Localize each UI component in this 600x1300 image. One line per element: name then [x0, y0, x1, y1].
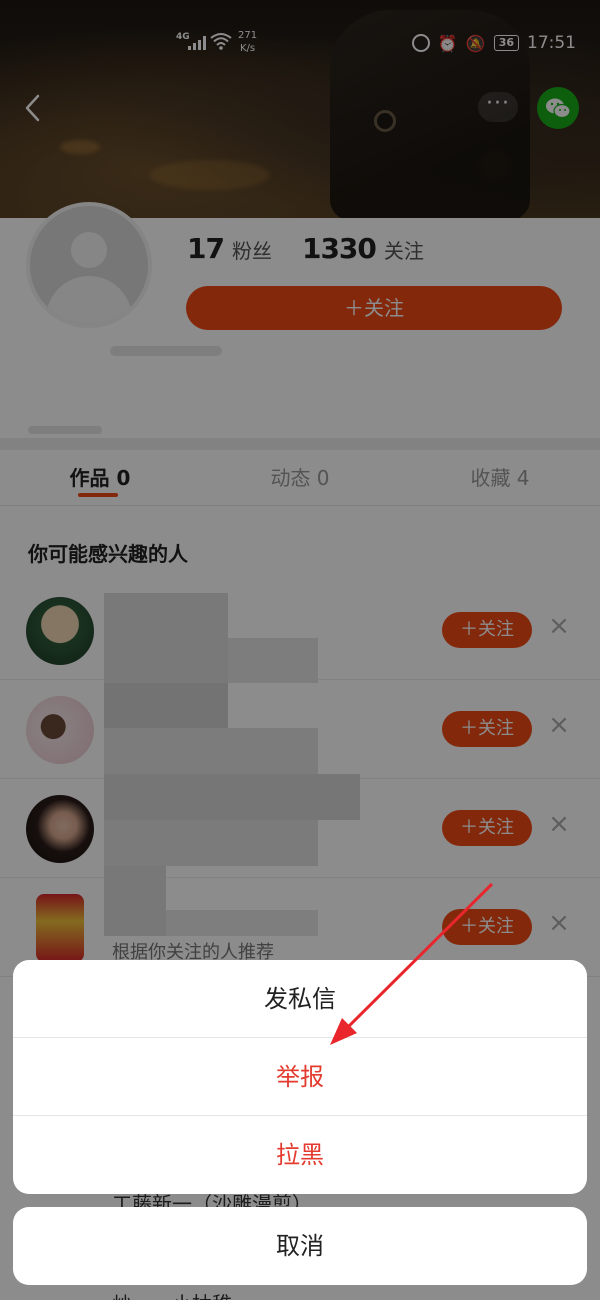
cancel-button[interactable]: 取消 [13, 1207, 587, 1285]
action-sheet: 发私信 举报 拉黑 [13, 960, 587, 1194]
report-option[interactable]: 举报 [13, 1038, 587, 1116]
block-option[interactable]: 拉黑 [13, 1116, 587, 1194]
send-message-option[interactable]: 发私信 [13, 960, 587, 1038]
